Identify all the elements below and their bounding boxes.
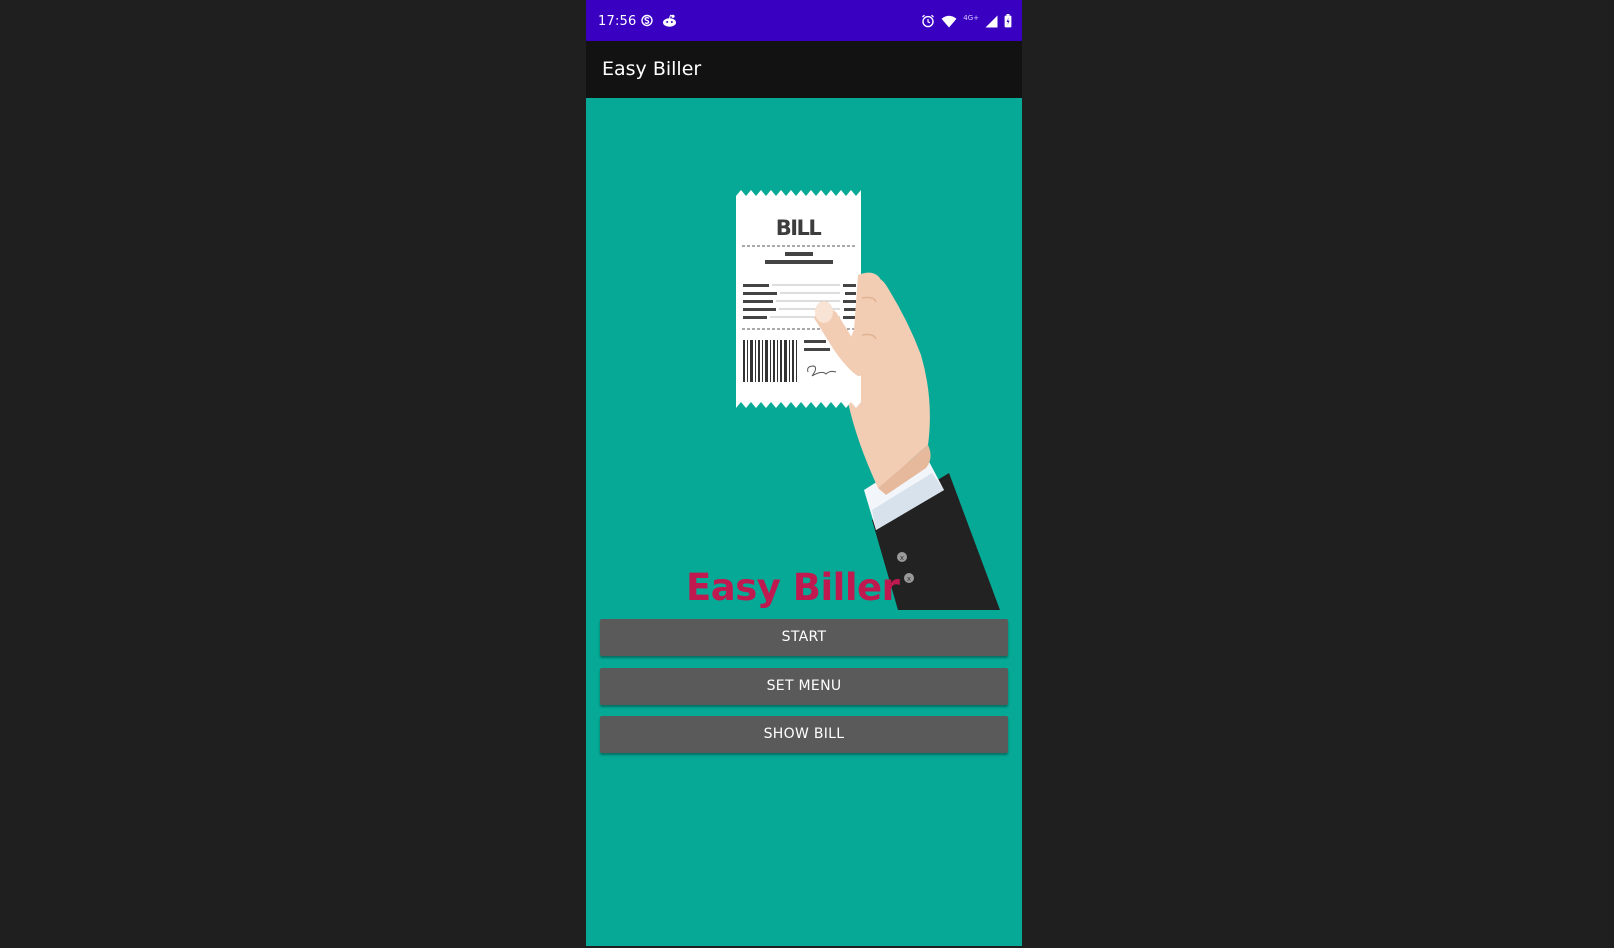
s-circle-icon [641,14,653,31]
brand-title: Easy Biller [686,566,900,609]
start-button[interactable]: START [600,619,1008,656]
bill-heading: BILL [776,216,822,240]
status-time: 17:56 [598,14,637,29]
phone-screen: 17:56 4G+ Easy Biller x x BILL Easy Bill… [586,0,1022,946]
wifi-icon [941,15,957,32]
app-title: Easy Biller [602,58,702,80]
app-bar: Easy Biller [586,41,1022,98]
svg-text:x: x [900,554,904,562]
set-menu-button[interactable]: SET MENU [600,668,1008,705]
status-right-icons: 4G+ [921,14,1012,32]
status-bar: 17:56 4G+ [586,0,1022,41]
show-bill-button[interactable]: SHOW BILL [600,716,1008,753]
network-type-label: 4G+ [963,14,979,22]
status-left-icons [641,14,677,31]
battery-icon [1004,14,1012,32]
bill-illustration: x x BILL [736,190,1012,615]
reddit-icon [662,14,677,31]
alarm-icon [921,14,935,32]
svg-text:x: x [907,575,911,583]
signal-icon [985,15,998,32]
